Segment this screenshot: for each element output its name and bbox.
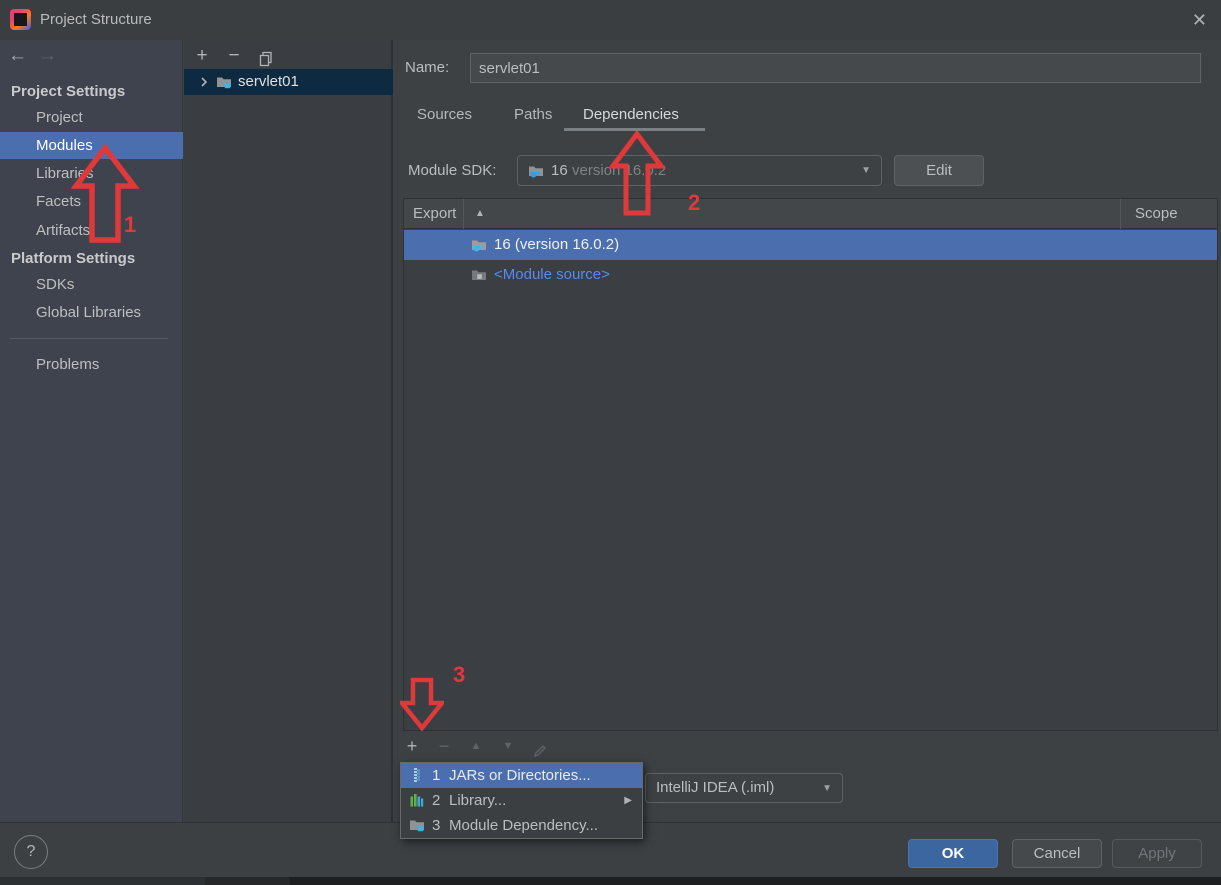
- library-icon: [409, 792, 425, 808]
- sidebar-item-problems[interactable]: Problems: [0, 351, 183, 378]
- edit-sdk-button[interactable]: Edit: [894, 155, 984, 186]
- column-export[interactable]: Export: [413, 199, 456, 229]
- project-structure-dialog: Project Structure ✕ ← → Project Settings…: [0, 0, 1221, 885]
- sidebar-item-project[interactable]: Project: [0, 104, 183, 131]
- tab-dependencies[interactable]: Dependencies: [583, 100, 679, 130]
- module-tree-row-servlet01[interactable]: servlet01: [184, 69, 393, 95]
- dependency-label: <Module source>: [494, 266, 610, 283]
- module-sdk-label: Module SDK:: [408, 162, 497, 179]
- sidebar-item-libraries[interactable]: Libraries: [0, 160, 183, 187]
- menu-item-label: Module Dependency...: [449, 817, 598, 834]
- active-tab-underline: [564, 128, 705, 131]
- section-project-settings: Project Settings: [11, 83, 126, 100]
- storage-format-combobox[interactable]: IntelliJ IDEA (.iml) ▼: [645, 773, 843, 803]
- sdk-value: 16: [551, 162, 568, 179]
- dependencies-toolbar: + − ▲ ▼: [393, 731, 1221, 761]
- sidebar-item-artifacts[interactable]: Artifacts: [0, 217, 183, 244]
- sidebar-divider: [10, 338, 168, 339]
- module-icon: [216, 74, 232, 90]
- cancel-button[interactable]: Cancel: [1012, 839, 1102, 868]
- submenu-arrow-icon: ▶: [624, 795, 632, 806]
- dependencies-table: Export ▲ Scope 16 (version 16.0.2) <Modu…: [403, 198, 1218, 731]
- background-window-strip: [205, 877, 290, 885]
- dependency-label: 16 (version 16.0.2): [494, 236, 620, 253]
- module-source-icon: [471, 267, 487, 283]
- sdk-icon: [471, 237, 487, 253]
- menu-item-module-dependency[interactable]: 3 Module Dependency...: [401, 813, 642, 838]
- forward-icon: →: [38, 45, 57, 66]
- chevron-down-icon[interactable]: ▼: [861, 156, 871, 185]
- help-icon[interactable]: ?: [14, 835, 48, 869]
- dependencies-table-header[interactable]: Export ▲ Scope: [404, 199, 1217, 229]
- module-list-panel: + − servlet01: [184, 40, 393, 822]
- sdk-icon: [528, 163, 544, 179]
- sidebar-item-global-libraries[interactable]: Global Libraries: [0, 299, 183, 326]
- remove-dependency-icon[interactable]: −: [431, 731, 457, 761]
- sidebar-item-sdks[interactable]: SDKs: [0, 271, 183, 298]
- tab-sources[interactable]: Sources: [417, 100, 472, 130]
- jar-icon: [409, 767, 425, 783]
- module-tree-label: servlet01: [238, 73, 299, 90]
- background-window-strip: [0, 877, 205, 885]
- add-module-icon[interactable]: +: [190, 42, 214, 70]
- column-scope[interactable]: Scope: [1135, 199, 1178, 229]
- menu-item-mnemonic: 1: [432, 767, 441, 784]
- module-name-input[interactable]: [470, 53, 1201, 83]
- edit-dependency-icon[interactable]: [527, 731, 553, 761]
- sidebar-item-facets[interactable]: Facets: [0, 188, 183, 215]
- module-editor: Name: Sources Paths Dependencies Module …: [393, 40, 1221, 822]
- menu-item-label: Library...: [449, 792, 507, 809]
- dependency-row-sdk[interactable]: 16 (version 16.0.2): [404, 230, 1217, 260]
- menu-item-label: JARs or Directories...: [449, 767, 591, 784]
- column-separator: [463, 199, 464, 229]
- chevron-right-icon[interactable]: [196, 74, 212, 90]
- module-icon: [409, 817, 425, 833]
- name-label: Name:: [405, 59, 450, 76]
- settings-sidebar: ← → Project Settings Project Modules Lib…: [0, 40, 183, 822]
- sort-ascending-icon[interactable]: ▲: [475, 199, 485, 229]
- section-platform-settings: Platform Settings: [11, 250, 136, 267]
- menu-item-mnemonic: 3: [432, 817, 441, 834]
- background-window-strip: [290, 877, 1221, 885]
- copy-module-icon[interactable]: [254, 42, 278, 70]
- add-dependency-icon[interactable]: +: [399, 731, 425, 761]
- tab-paths[interactable]: Paths: [514, 100, 552, 130]
- intellij-logo-icon: [10, 9, 31, 30]
- chevron-down-icon[interactable]: ▼: [822, 774, 832, 803]
- ok-button[interactable]: OK: [908, 839, 998, 868]
- module-list-toolbar: + −: [184, 42, 391, 70]
- titlebar: Project Structure ✕: [0, 0, 1221, 40]
- dialog-title: Project Structure: [40, 11, 152, 28]
- storage-format-value: IntelliJ IDEA (.iml): [656, 779, 775, 796]
- back-icon[interactable]: ←: [8, 42, 27, 70]
- add-dependency-popup-menu: 1 JARs or Directories... 2 Library... ▶ …: [400, 762, 643, 839]
- apply-button[interactable]: Apply: [1112, 839, 1202, 868]
- close-icon[interactable]: ✕: [1192, 0, 1207, 40]
- remove-module-icon[interactable]: −: [222, 42, 246, 70]
- menu-item-jars-or-directories[interactable]: 1 JARs or Directories...: [401, 763, 642, 788]
- move-up-icon[interactable]: ▲: [463, 731, 489, 761]
- menu-item-library[interactable]: 2 Library... ▶: [401, 788, 642, 813]
- module-sdk-combobox[interactable]: 16 version 16.0.2 ▼: [517, 155, 882, 186]
- dependency-row-module-source[interactable]: <Module source>: [404, 260, 1217, 290]
- sdk-value-detail: version 16.0.2: [572, 162, 667, 179]
- column-separator: [1120, 199, 1121, 229]
- move-down-icon[interactable]: ▼: [495, 731, 521, 761]
- sidebar-item-modules[interactable]: Modules: [0, 132, 183, 159]
- menu-item-mnemonic: 2: [432, 792, 441, 809]
